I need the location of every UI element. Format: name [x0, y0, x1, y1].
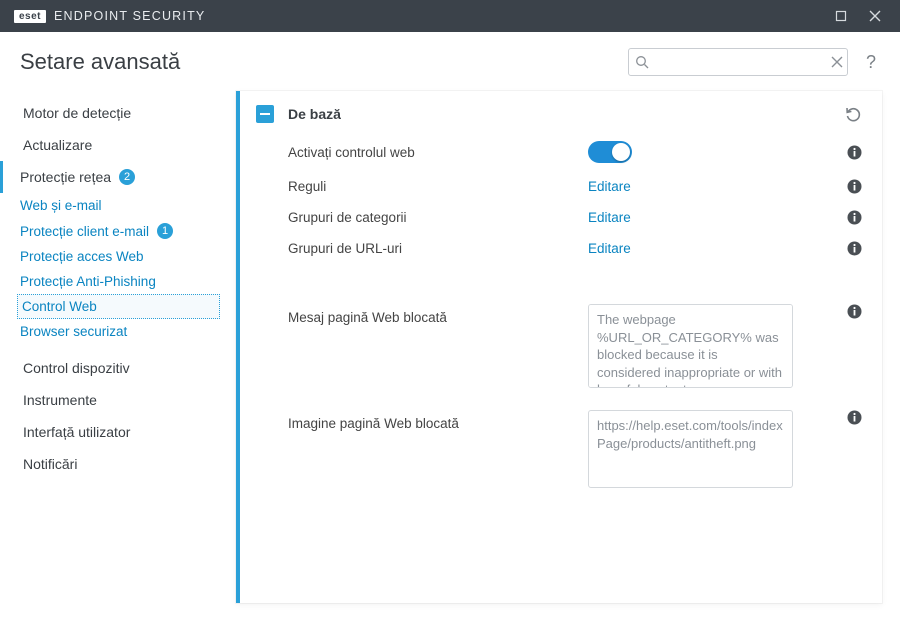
row-label: Reguli: [288, 179, 588, 194]
info-icon: [847, 210, 862, 225]
minus-icon: [260, 113, 270, 115]
x-icon: [831, 56, 843, 68]
info-icon: [847, 241, 862, 256]
row-blocked-page-image: Imagine pagină Web blocată: [240, 396, 882, 496]
sidebar: Motor de detecție Actualizare Protecție …: [0, 87, 230, 611]
edit-rules-link[interactable]: Editare: [588, 179, 631, 194]
row-rules: Reguli Editare: [240, 171, 882, 202]
blocked-page-message-textarea[interactable]: [588, 304, 793, 388]
info-icon: [847, 304, 862, 319]
sidebar-item-label: Notificări: [23, 456, 77, 472]
sidebar-item-label: Motor de detecție: [23, 105, 131, 121]
sidebar-item-user-interface[interactable]: Interfață utilizator: [17, 416, 220, 448]
title-bar: eset ENDPOINT SECURITY: [0, 0, 900, 32]
section-header-basic: De bază: [240, 91, 882, 133]
row-label: Mesaj pagină Web blocată: [288, 304, 588, 325]
row-label: Imagine pagină Web blocată: [288, 410, 588, 431]
window-maximize-button[interactable]: [824, 0, 858, 32]
row-blocked-page-message: Mesaj pagină Web blocată: [240, 290, 882, 396]
row-info-button[interactable]: [847, 241, 862, 256]
sidebar-item-network-protection[interactable]: Protecție rețea 2: [0, 161, 220, 193]
row-info-button[interactable]: [847, 304, 862, 319]
info-icon: [847, 145, 862, 160]
section-collapse-button[interactable]: [256, 105, 274, 123]
sidebar-item-label: Control Web: [22, 299, 97, 314]
row-url-groups: Grupuri de URL-uri Editare: [240, 233, 882, 264]
row-info-button[interactable]: [847, 179, 862, 194]
sidebar-item-secured-browser[interactable]: Browser securizat: [17, 319, 220, 344]
undo-icon: [844, 105, 862, 123]
search-input[interactable]: [655, 55, 831, 70]
notification-badge: 1: [157, 223, 173, 239]
sidebar-item-label: Protecție Anti-Phishing: [20, 274, 156, 289]
row-category-groups: Grupuri de categorii Editare: [240, 202, 882, 233]
page-title: Setare avansată: [20, 49, 180, 75]
sidebar-item-label: Browser securizat: [20, 324, 127, 339]
row-label: Grupuri de URL-uri: [288, 241, 588, 256]
sidebar-item-label: Protecție client e-mail: [20, 224, 149, 239]
brand-product-name: ENDPOINT SECURITY: [54, 9, 205, 23]
sidebar-item-device-control[interactable]: Control dispozitiv: [17, 352, 220, 384]
row-info-button[interactable]: [847, 145, 862, 160]
section-revert-button[interactable]: [844, 105, 862, 123]
row-label: Grupuri de categorii: [288, 210, 588, 225]
search-field-wrapper[interactable]: [628, 48, 848, 76]
section-title: De bază: [288, 106, 341, 122]
sidebar-item-label: Interfață utilizator: [23, 424, 130, 440]
brand-eset-box: eset: [14, 10, 46, 23]
sidebar-item-label: Control dispozitiv: [23, 360, 130, 376]
sidebar-item-label: Instrumente: [23, 392, 97, 408]
row-info-button[interactable]: [847, 410, 862, 425]
info-icon: [847, 179, 862, 194]
sidebar-item-update[interactable]: Actualizare: [17, 129, 220, 161]
sidebar-item-anti-phishing-protection[interactable]: Protecție Anti-Phishing: [17, 269, 220, 294]
sidebar-item-web-control[interactable]: Control Web: [17, 294, 220, 319]
edit-category-groups-link[interactable]: Editare: [588, 210, 631, 225]
close-icon: [869, 10, 881, 22]
window-close-button[interactable]: [858, 0, 892, 32]
sidebar-item-email-client-protection[interactable]: Protecție client e-mail 1: [17, 218, 220, 244]
notification-badge: 2: [119, 169, 135, 185]
sidebar-item-label: Web și e-mail: [20, 198, 102, 213]
toggle-knob: [612, 143, 630, 161]
sidebar-item-web-and-email[interactable]: Web și e-mail: [17, 193, 220, 218]
info-icon: [847, 410, 862, 425]
sidebar-item-detection-engine[interactable]: Motor de detecție: [17, 97, 220, 129]
footer: Implicit OK Revocare: [0, 611, 900, 620]
page-header: Setare avansată ?: [0, 32, 900, 87]
enable-web-control-toggle[interactable]: [588, 141, 632, 163]
row-info-button[interactable]: [847, 210, 862, 225]
blocked-page-image-textarea[interactable]: [588, 410, 793, 488]
settings-panel: De bază Activați controlul web Reguli: [236, 91, 882, 603]
sidebar-item-web-access-protection[interactable]: Protecție acces Web: [17, 244, 220, 269]
row-label: Activați controlul web: [288, 145, 588, 160]
help-button[interactable]: ?: [862, 52, 880, 73]
sidebar-item-label: Actualizare: [23, 137, 92, 153]
sidebar-item-label: Protecție acces Web: [20, 249, 144, 264]
search-icon: [635, 55, 649, 69]
edit-url-groups-link[interactable]: Editare: [588, 241, 631, 256]
search-clear-button[interactable]: [831, 56, 843, 68]
sidebar-item-tools[interactable]: Instrumente: [17, 384, 220, 416]
square-icon: [835, 10, 847, 22]
sidebar-item-notifications[interactable]: Notificări: [17, 448, 220, 480]
sidebar-item-label: Protecție rețea: [20, 169, 111, 185]
row-enable-web-control: Activați controlul web: [240, 133, 882, 171]
